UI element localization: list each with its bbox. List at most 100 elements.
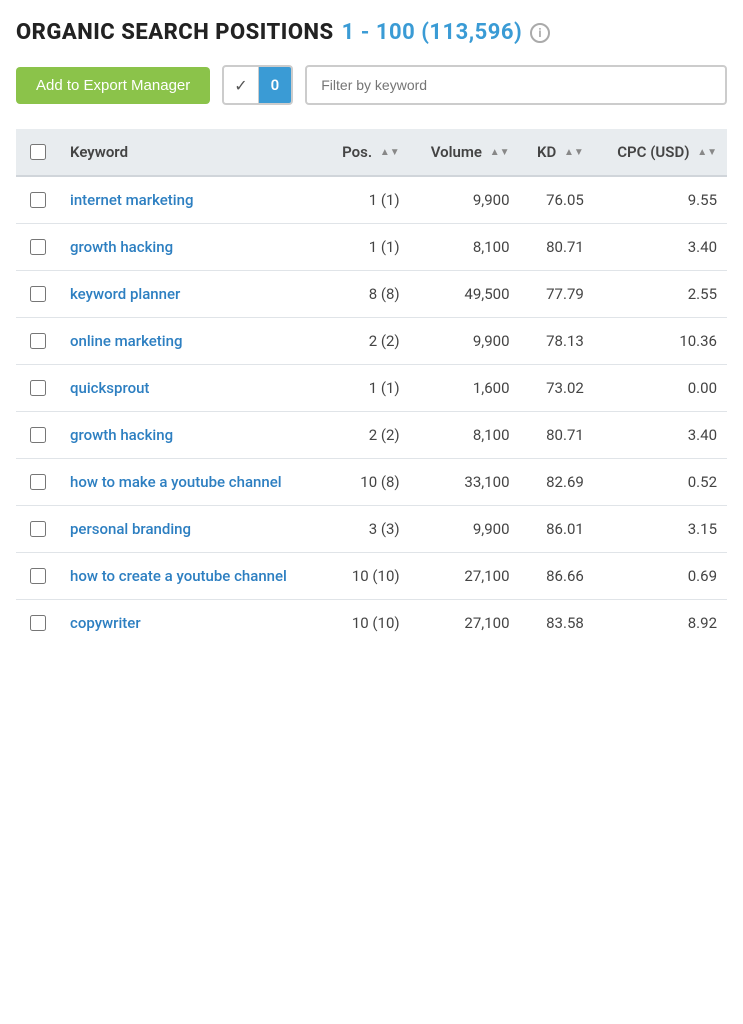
- keyword-cell: internet marketing: [60, 176, 323, 224]
- table-row: online marketing 2 (2)9,90078.1310.36: [16, 318, 727, 365]
- table-row: growth hacking 1 (1)8,10080.713.40: [16, 224, 727, 271]
- kd-cell: 83.58: [520, 600, 594, 647]
- keyword-link[interactable]: growth hacking: [70, 426, 173, 444]
- row-checkbox[interactable]: [30, 192, 46, 208]
- keyword-link[interactable]: how to make a youtube channel: [70, 473, 282, 491]
- volume-cell: 27,100: [410, 600, 520, 647]
- pos-cell: 1 (1): [323, 365, 409, 412]
- row-checkbox-cell: [16, 365, 60, 412]
- kd-cell: 80.71: [520, 224, 594, 271]
- cpc-cell: 0.00: [594, 365, 727, 412]
- toolbar: Add to Export Manager ✓ 0: [16, 65, 727, 105]
- keyword-link[interactable]: internet marketing: [70, 191, 193, 209]
- row-checkbox-cell: [16, 553, 60, 600]
- header-cpc[interactable]: CPC (USD) ▲▼: [594, 129, 727, 176]
- keyword-cell: online marketing: [60, 318, 323, 365]
- keyword-cell: growth hacking: [60, 412, 323, 459]
- volume-cell: 49,500: [410, 271, 520, 318]
- cpc-cell: 3.15: [594, 506, 727, 553]
- volume-cell: 9,900: [410, 176, 520, 224]
- kd-cell: 86.66: [520, 553, 594, 600]
- volume-cell: 1,600: [410, 365, 520, 412]
- keyword-cell: how to make a youtube channel: [60, 459, 323, 506]
- title-text: ORGANIC SEARCH POSITIONS: [16, 20, 334, 45]
- cpc-cell: 3.40: [594, 412, 727, 459]
- keyword-filter-input[interactable]: [305, 65, 727, 105]
- row-checkbox[interactable]: [30, 333, 46, 349]
- keyword-link[interactable]: personal branding: [70, 520, 191, 538]
- header-pos[interactable]: Pos. ▲▼: [323, 129, 409, 176]
- table-row: internet marketing1 (1)9,90076.059.55: [16, 176, 727, 224]
- keyword-link[interactable]: keyword planner: [70, 285, 180, 303]
- row-checkbox[interactable]: [30, 474, 46, 490]
- keyword-cell: growth hacking: [60, 224, 323, 271]
- keyword-link[interactable]: how to create a youtube channel: [70, 567, 287, 585]
- keyword-link[interactable]: online marketing: [70, 332, 182, 350]
- pos-cell: 2 (2): [323, 412, 409, 459]
- keyword-cell: quicksprout: [60, 365, 323, 412]
- table-row: how to make a youtube channel 10 (8)33,10…: [16, 459, 727, 506]
- pos-cell: 10 (10): [323, 553, 409, 600]
- cpc-cell: 0.52: [594, 459, 727, 506]
- row-checkbox-cell: [16, 224, 60, 271]
- keyword-link[interactable]: copywriter: [70, 614, 141, 632]
- row-checkbox-cell: [16, 176, 60, 224]
- keywords-table: Keyword Pos. ▲▼ Volume ▲▼ KD ▲▼ CPC (USD…: [16, 129, 727, 646]
- header-volume[interactable]: Volume ▲▼: [410, 129, 520, 176]
- pos-cell: 2 (2): [323, 318, 409, 365]
- pos-cell: 1 (1): [323, 176, 409, 224]
- keyword-link[interactable]: quicksprout: [70, 379, 149, 397]
- kd-cell: 77.79: [520, 271, 594, 318]
- cpc-sort-icon: ▲▼: [697, 148, 717, 158]
- pos-cell: 10 (10): [323, 600, 409, 647]
- kd-cell: 76.05: [520, 176, 594, 224]
- keyword-cell: how to create a youtube channel: [60, 553, 323, 600]
- table-row: quicksprout 1 (1)1,60073.020.00: [16, 365, 727, 412]
- keyword-link[interactable]: growth hacking: [70, 238, 173, 256]
- check-count: 0: [259, 67, 292, 103]
- row-checkbox[interactable]: [30, 239, 46, 255]
- row-checkbox[interactable]: [30, 427, 46, 443]
- cpc-cell: 0.69: [594, 553, 727, 600]
- table-row: growth hacking2 (2)8,10080.713.40: [16, 412, 727, 459]
- checkmark-icon: ✓: [224, 67, 258, 103]
- pos-sort-icon: ▲▼: [380, 148, 400, 158]
- row-checkbox[interactable]: [30, 615, 46, 631]
- cpc-cell: 8.92: [594, 600, 727, 647]
- cpc-cell: 2.55: [594, 271, 727, 318]
- info-icon[interactable]: i: [530, 23, 550, 43]
- pos-cell: 1 (1): [323, 224, 409, 271]
- pos-cell: 10 (8): [323, 459, 409, 506]
- header-checkbox-cell: [16, 129, 60, 176]
- pos-cell: 8 (8): [323, 271, 409, 318]
- keyword-cell: keyword planner: [60, 271, 323, 318]
- row-checkbox-cell: [16, 600, 60, 647]
- header-kd[interactable]: KD ▲▼: [520, 129, 594, 176]
- kd-cell: 86.01: [520, 506, 594, 553]
- volume-cell: 9,900: [410, 318, 520, 365]
- kd-cell: 73.02: [520, 365, 594, 412]
- row-checkbox[interactable]: [30, 286, 46, 302]
- row-checkbox-cell: [16, 318, 60, 365]
- row-checkbox[interactable]: [30, 568, 46, 584]
- row-checkbox[interactable]: [30, 380, 46, 396]
- volume-cell: 33,100: [410, 459, 520, 506]
- table-row: how to create a youtube channel10 (10)27…: [16, 553, 727, 600]
- keyword-cell: copywriter: [60, 600, 323, 647]
- kd-cell: 80.71: [520, 412, 594, 459]
- page-title: ORGANIC SEARCH POSITIONS 1 - 100 (113,59…: [16, 20, 727, 45]
- cpc-cell: 3.40: [594, 224, 727, 271]
- kd-cell: 78.13: [520, 318, 594, 365]
- table-row: copywriter 10 (10)27,10083.588.92: [16, 600, 727, 647]
- row-checkbox-cell: [16, 412, 60, 459]
- row-checkbox[interactable]: [30, 521, 46, 537]
- volume-cell: 8,100: [410, 224, 520, 271]
- table-row: keyword planner 8 (8)49,50077.792.55: [16, 271, 727, 318]
- cpc-cell: 10.36: [594, 318, 727, 365]
- row-checkbox-cell: [16, 459, 60, 506]
- select-all-checkbox[interactable]: [30, 144, 46, 160]
- title-range: 1 - 100 (113,596): [342, 20, 523, 45]
- add-export-button[interactable]: Add to Export Manager: [16, 67, 210, 104]
- header-keyword: Keyword: [60, 129, 323, 176]
- kd-sort-icon: ▲▼: [564, 148, 584, 158]
